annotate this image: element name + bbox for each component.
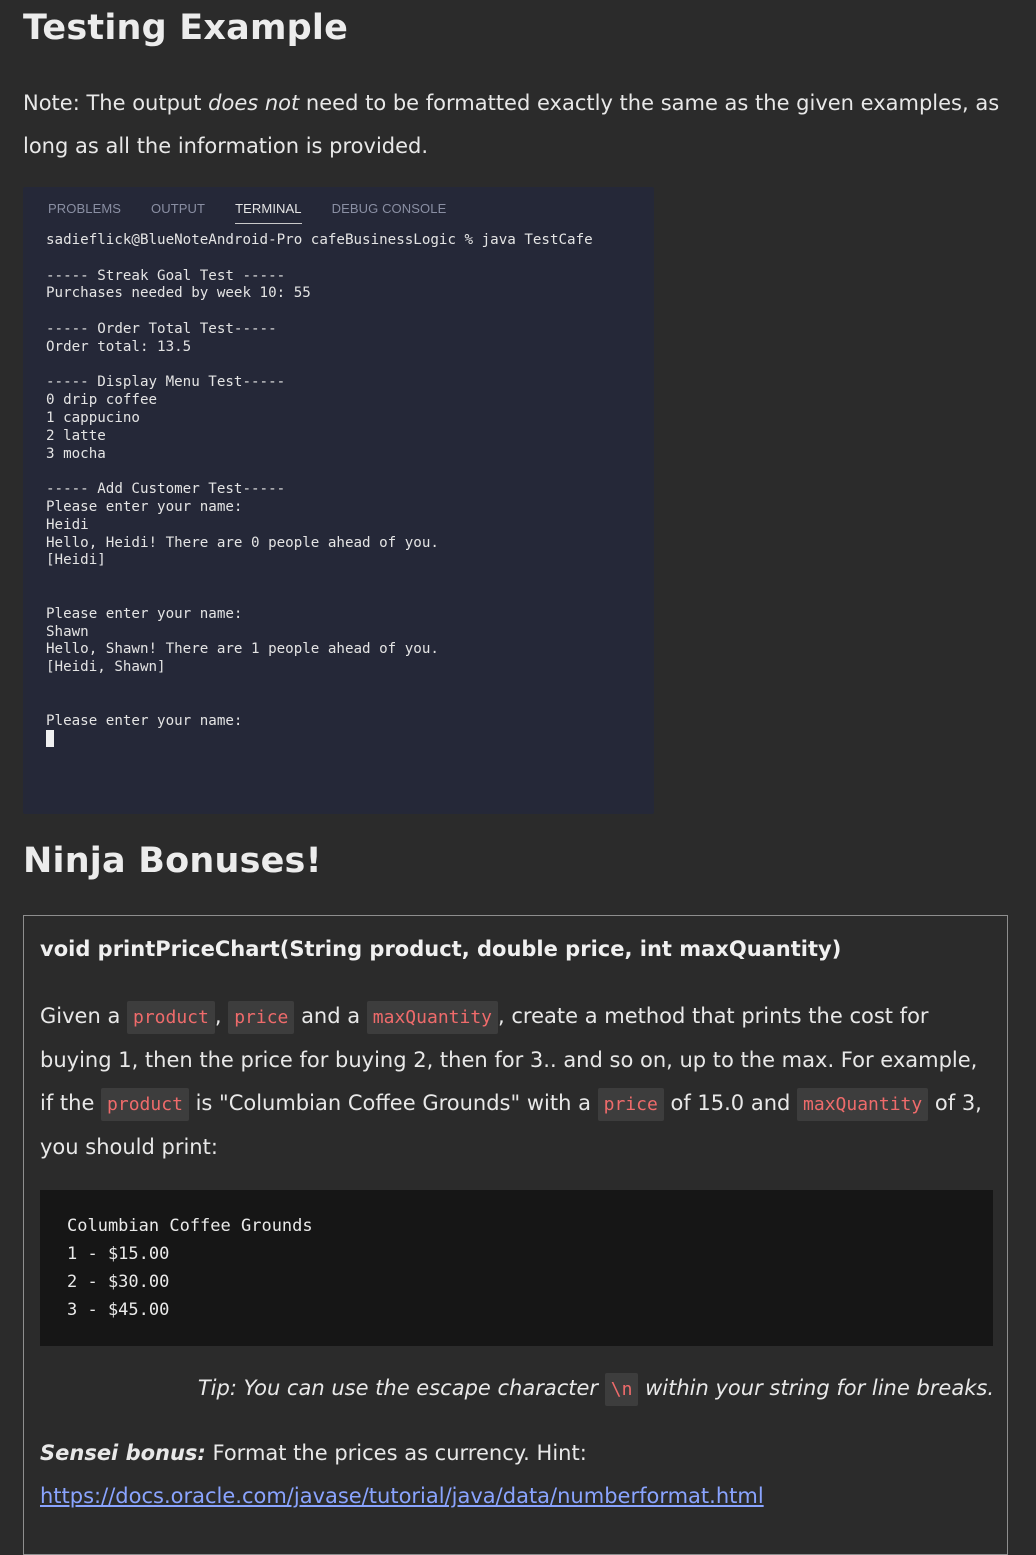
terminal-tab-terminal[interactable]: TERMINAL <box>235 201 302 224</box>
terminal-output: sadieflick@BlueNoteAndroid-Pro cafeBusin… <box>46 232 593 748</box>
desc-text: and a <box>294 1004 367 1028</box>
example-output-codeblock: Columbian Coffee Grounds 1 - $15.00 2 - $3… <box>40 1190 993 1346</box>
inline-code-product: product <box>101 1088 189 1121</box>
terminal-line: sadieflick@BlueNoteAndroid-Pro cafeBusin… <box>46 232 593 248</box>
ninja-bonuses-heading: Ninja Bonuses! <box>23 841 322 881</box>
desc-text: Given a <box>40 1004 127 1028</box>
inline-code-newline: \n <box>604 1373 639 1406</box>
terminal-line: 3 mocha <box>46 445 106 462</box>
terminal-line: 2 latte <box>46 427 106 444</box>
testing-example-heading: Testing Example <box>23 8 349 48</box>
note-paragraph: Note: The output does not need to be for… <box>23 82 1008 168</box>
tip-before: Tip: You can use the escape character <box>197 1376 605 1400</box>
terminal-cursor-line <box>46 730 593 748</box>
note-prefix: Note: The output <box>23 91 209 115</box>
terminal-line: ----- Display Menu Test----- <box>46 374 286 391</box>
code-line: 1 - $15.00 <box>67 1244 170 1264</box>
inline-code-price: price <box>597 1088 664 1121</box>
bonus-card: void printPriceChart(String product, dou… <box>23 915 1008 1555</box>
sensei-bonus: Sensei bonus: Format the prices as curre… <box>40 1432 994 1518</box>
terminal-line: Please enter your name: <box>46 498 243 515</box>
tip-text: Tip: You can use the escape character \n… <box>40 1370 994 1408</box>
terminal-line: Please enter your name: <box>46 712 243 729</box>
terminal-line: ----- Order Total Test----- <box>46 320 277 337</box>
terminal-tab-output[interactable]: OUTPUT <box>151 201 205 224</box>
terminal-line: Please enter your name: <box>46 605 243 622</box>
code-line: 2 - $30.00 <box>67 1272 170 1292</box>
desc-text: is "Columbian Coffee Grounds" with a <box>188 1091 598 1115</box>
tip-after: within your string for line breaks. <box>638 1376 994 1400</box>
terminal-line: Heidi <box>46 516 89 533</box>
sensei-label: Sensei bonus: <box>40 1441 206 1465</box>
terminal-screenshot: PROBLEMS OUTPUT TERMINAL DEBUG CONSOLE sadi… <box>23 187 654 814</box>
inline-code-maxquantity: maxQuantity <box>797 1088 929 1121</box>
sensei-text: Format the prices as currency. Hint: <box>205 1441 587 1465</box>
desc-text: of 15.0 and <box>663 1091 798 1115</box>
inline-code-product: product <box>126 1001 215 1034</box>
terminal-line: ----- Add Customer Test----- <box>46 481 286 498</box>
terminal-tab-debug-console[interactable]: DEBUG CONSOLE <box>332 201 447 224</box>
terminal-line: 0 drip coffee <box>46 392 158 409</box>
code-line: Columbian Coffee Grounds <box>67 1216 313 1236</box>
terminal-line: ----- Streak Goal Test ----- <box>46 267 286 284</box>
terminal-line: Shawn <box>46 623 89 640</box>
code-line: 3 - $45.00 <box>67 1300 170 1320</box>
terminal-line: [Heidi] <box>46 552 106 569</box>
inline-code-price: price <box>228 1001 295 1034</box>
inline-code-maxquantity: maxQuantity <box>366 1001 499 1034</box>
terminal-line: Hello, Heidi! There are 0 people ahead o… <box>46 534 439 551</box>
terminal-tab-problems[interactable]: PROBLEMS <box>48 201 121 224</box>
terminal-cursor <box>46 730 54 748</box>
terminal-tab-bar: PROBLEMS OUTPUT TERMINAL DEBUG CONSOLE <box>48 201 476 224</box>
terminal-line: Order total: 13.5 <box>46 338 192 355</box>
note-emphasis: does not <box>208 91 300 115</box>
desc-text: , <box>214 1004 229 1028</box>
terminal-line: [Heidi, Shawn] <box>46 659 166 676</box>
bonus-description: Given a product, price and a maxQuantity… <box>40 995 994 1169</box>
numberformat-link[interactable]: https://docs.oracle.com/javase/tutorial/… <box>40 1484 764 1508</box>
terminal-line: Purchases needed by week 10: 55 <box>46 285 311 302</box>
terminal-line: 1 cappucino <box>46 409 140 426</box>
method-signature: void printPriceChart(String product, dou… <box>40 937 842 961</box>
terminal-line: Hello, Shawn! There are 1 people ahead o… <box>46 641 439 658</box>
